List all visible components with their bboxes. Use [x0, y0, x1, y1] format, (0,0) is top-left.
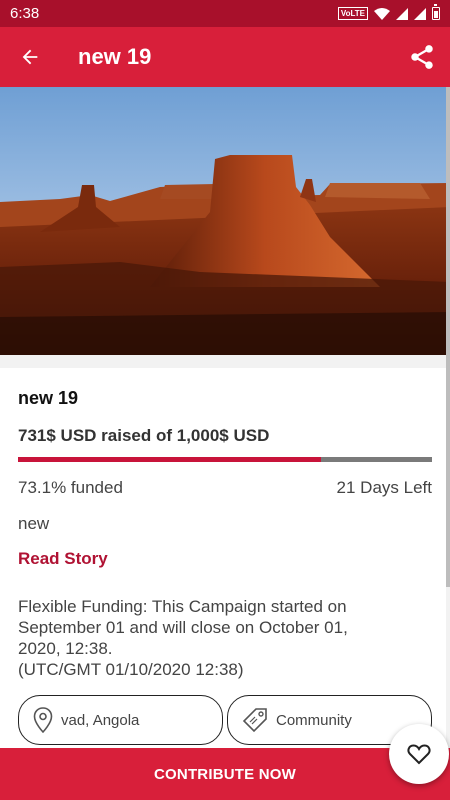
- location-chip[interactable]: vad, Angola: [18, 695, 223, 745]
- wifi-icon: [374, 7, 390, 20]
- campaign-title: new 19: [18, 388, 79, 408]
- map-pin-icon: [33, 707, 53, 733]
- funding-progress-bar: [18, 457, 432, 462]
- campaign-hero-image: [0, 87, 450, 355]
- funded-percent: 73.1% funded: [18, 478, 123, 497]
- funding-info: Flexible Funding: This Campaign started …: [18, 596, 418, 680]
- battery-icon: [432, 4, 440, 20]
- volte-badge: VoLTE: [337, 7, 368, 20]
- raised-amount: 731$ USD raised of 1,000$ USD: [18, 426, 270, 445]
- arrow-left-icon: [22, 49, 38, 65]
- campaign-description: new: [18, 514, 50, 533]
- status-bar: 6:38 VoLTE: [0, 0, 450, 27]
- status-icons: VoLTE: [337, 4, 440, 20]
- days-left: 21 Days Left: [336, 478, 432, 497]
- signal-icon-2: [414, 7, 426, 20]
- status-time: 6:38: [10, 5, 40, 22]
- funding-progress-fill: [18, 457, 321, 462]
- campaign-card: new 19 731$ USD raised of 1,000$ USD 73.…: [0, 368, 446, 748]
- signal-icon: [396, 7, 408, 20]
- location-label: vad, Angola: [61, 711, 140, 729]
- funding-info-line: (UTC/GMT 01/10/2020 12:38): [18, 660, 244, 679]
- funding-info-line: Flexible Funding: This Campaign started …: [18, 597, 347, 616]
- desert-landscape-image: [0, 87, 450, 355]
- share-button[interactable]: [394, 27, 450, 87]
- share-icon: [411, 45, 433, 69]
- back-button[interactable]: [0, 27, 60, 87]
- app-bar: new 19: [0, 27, 450, 87]
- tag-icon: [242, 708, 267, 733]
- favorite-button[interactable]: [389, 724, 449, 784]
- heart-icon: [407, 744, 431, 765]
- scrollbar[interactable]: [446, 87, 450, 587]
- contribute-now-button[interactable]: CONTRIBUTE NOW: [0, 748, 450, 800]
- read-story-link[interactable]: Read Story: [18, 549, 108, 569]
- funding-info-line: September 01 and will close on October 0…: [18, 618, 348, 637]
- funding-info-line: 2020, 12:38.: [18, 639, 113, 658]
- category-label: Community: [276, 711, 352, 729]
- page-title: new 19: [78, 44, 152, 69]
